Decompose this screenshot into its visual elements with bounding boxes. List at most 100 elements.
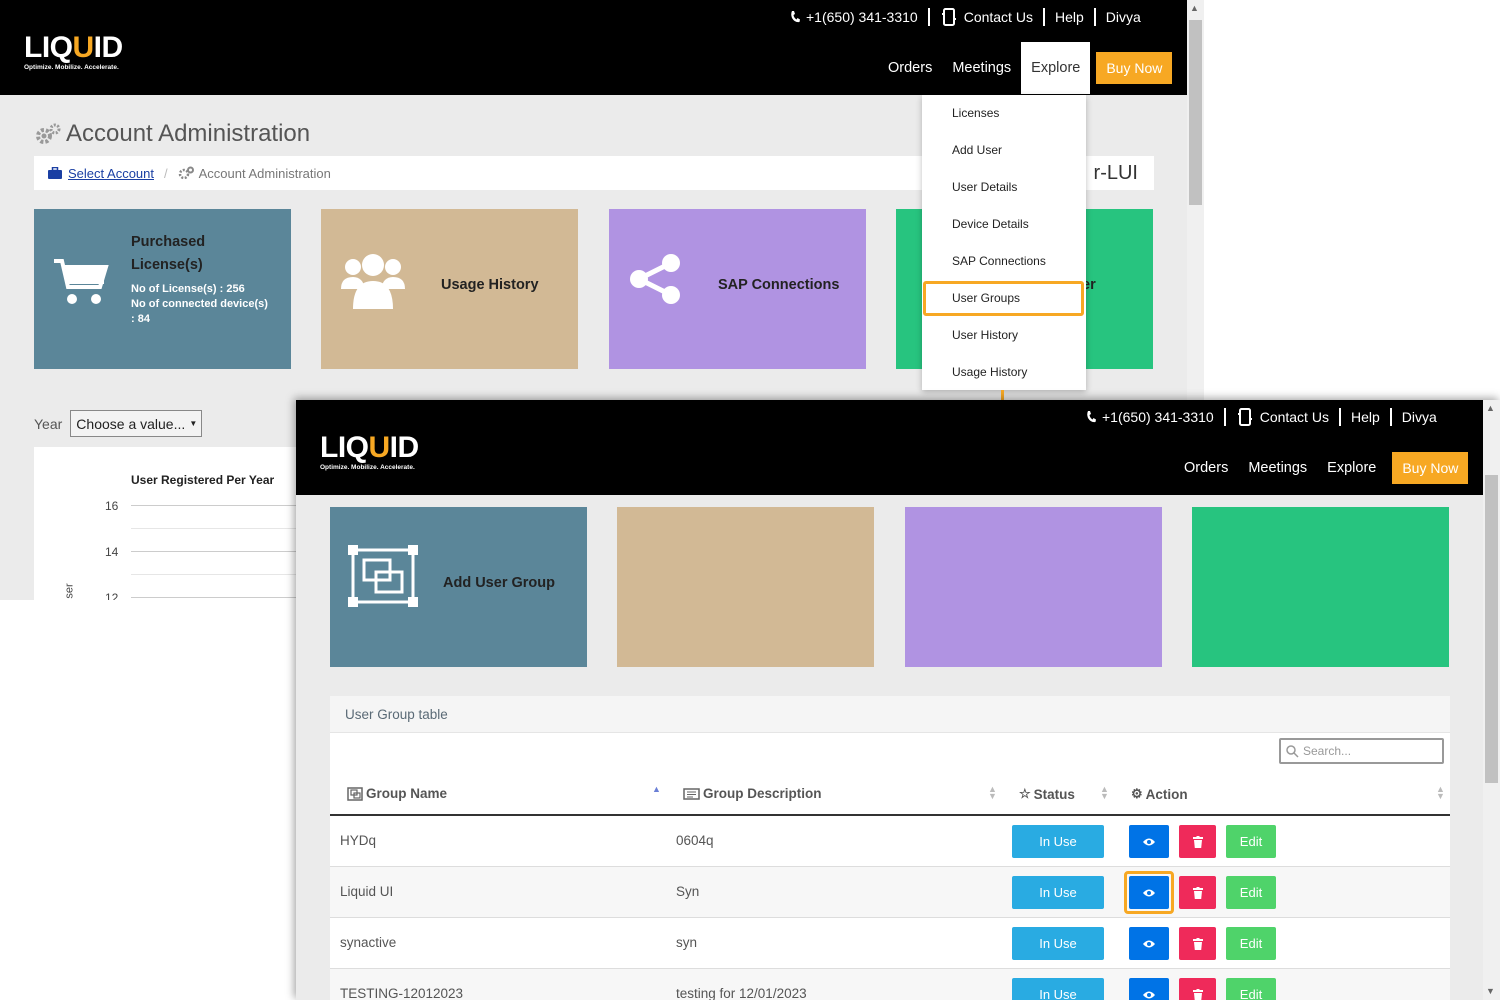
separator [1223, 408, 1226, 426]
sort-asc-icon[interactable]: ▲ [652, 785, 661, 794]
contact-us-link[interactable]: Contact Us [1236, 408, 1329, 426]
scroll-up-icon[interactable]: ▲ [1486, 403, 1495, 413]
scroll-up-icon[interactable]: ▲ [1190, 3, 1199, 13]
phone-link[interactable]: +1(650) 341-3310 [790, 9, 918, 25]
user-menu[interactable]: Divya [1402, 409, 1437, 425]
scroll-down-icon[interactable]: ▼ [1486, 986, 1495, 996]
group-name-cell: TESTING-12012023 [340, 986, 464, 1000]
sort-both-icon[interactable]: ▲ ▼ [988, 785, 997, 801]
nav-orders[interactable]: Orders [1174, 442, 1238, 494]
tile-purchased-licenses[interactable]: Purchased License(s) No of License(s) : … [34, 209, 291, 369]
tile-green[interactable] [1192, 507, 1449, 667]
tile-title-line1: Purchased [131, 234, 206, 250]
user-menu[interactable]: Divya [1106, 9, 1141, 25]
utility-bar: +1(650) 341-3310 Contact Us Help Divya [790, 0, 1141, 34]
sort-both-icon[interactable]: ▲ ▼ [1100, 785, 1109, 801]
edit-button[interactable]: Edit [1226, 876, 1276, 909]
view-button[interactable] [1129, 927, 1169, 960]
separator [927, 8, 930, 26]
group-description-cell: syn [676, 935, 698, 950]
menu-item-licenses[interactable]: Licenses [952, 106, 999, 120]
tile-purple[interactable] [905, 507, 1162, 667]
view-button-highlight [1124, 871, 1174, 914]
y-tick: 16 [105, 499, 119, 513]
menu-item-sap-connections[interactable]: SAP Connections [952, 254, 1046, 268]
tile-tan[interactable] [617, 507, 874, 667]
tile-sap-connections[interactable]: SAP Connections [609, 209, 866, 369]
menu-item-add-user[interactable]: Add User [952, 143, 1002, 157]
status-in-use-button[interactable]: In Use [1012, 825, 1104, 858]
grid-line [131, 505, 296, 506]
y-tick: 14 [105, 545, 119, 559]
edit-button[interactable]: Edit [1226, 927, 1276, 960]
separator [1093, 8, 1096, 26]
user-registered-chart: User Registered Per Year ser 16 14 12 [34, 447, 296, 600]
top-header: LIQUID Optimize. Mobilize. Accelerate. +… [296, 400, 1483, 495]
y-tick: 12 [105, 591, 119, 600]
group-description-cell: Syn [676, 884, 700, 899]
sort-both-icon[interactable]: ▲ ▼ [1436, 785, 1445, 801]
tile-usage-history[interactable]: Usage History [321, 209, 578, 369]
column-header-group-name[interactable]: Group Name [347, 786, 447, 801]
nav-explore[interactable]: Explore [1317, 442, 1386, 494]
delete-button[interactable] [1179, 825, 1216, 858]
page-title: Account Administration [34, 120, 310, 148]
group-description-cell: testing for 12/01/2023 [676, 986, 807, 1000]
column-header-action[interactable]: ⚙ Action [1131, 786, 1188, 802]
year-select[interactable]: Choose a value... ▼ [70, 410, 203, 437]
tile-label: Add User Group [443, 575, 555, 591]
tile-add-user-group[interactable]: Add User Group [330, 507, 587, 667]
table-caption: User Group table [330, 696, 1450, 733]
main-nav: Orders Meetings Explore Buy Now [878, 42, 1173, 94]
edit-button[interactable]: Edit [1226, 978, 1276, 1000]
trash-icon [1192, 988, 1203, 1000]
column-header-status[interactable]: ☆ Status [1019, 786, 1075, 802]
help-link[interactable]: Help [1351, 409, 1380, 425]
buy-now-button[interactable]: Buy Now [1096, 52, 1173, 84]
search-input[interactable]: Search... [1279, 738, 1444, 764]
license-count: No of License(s) : 256 [131, 283, 245, 295]
nav-explore[interactable]: Explore [1021, 42, 1091, 94]
view-button[interactable] [1129, 825, 1169, 858]
column-header-group-description[interactable]: Group Description [683, 786, 822, 801]
menu-item-user-history[interactable]: User History [952, 328, 1018, 342]
table-row: synactive syn In Use Edit [330, 918, 1450, 969]
menu-item-user-details[interactable]: User Details [952, 180, 1017, 194]
foreground-scrollbar[interactable]: ▲ ▼ [1483, 400, 1500, 1000]
select-account-link[interactable]: Select Account [68, 166, 154, 181]
nav-meetings[interactable]: Meetings [1238, 442, 1317, 494]
delete-button[interactable] [1179, 927, 1216, 960]
nav-orders[interactable]: Orders [878, 42, 942, 94]
gears-icon [178, 166, 194, 180]
delete-button[interactable] [1179, 978, 1216, 1000]
delete-button[interactable] [1179, 876, 1216, 909]
liquid-logo[interactable]: LIQUID Optimize. Mobilize. Accelerate. [24, 33, 123, 72]
grid-line [131, 574, 296, 575]
phone-link[interactable]: +1(650) 341-3310 [1086, 409, 1214, 425]
device-count-value: : 84 [131, 313, 150, 325]
nav-meetings[interactable]: Meetings [942, 42, 1021, 94]
liquid-logo[interactable]: LIQUID Optimize. Mobilize. Accelerate. [320, 433, 419, 472]
menu-item-device-details[interactable]: Device Details [952, 217, 1029, 231]
phone-icon [1087, 411, 1096, 423]
top-header: LIQUID Optimize. Mobilize. Accelerate. +… [0, 0, 1187, 95]
status-in-use-button[interactable]: In Use [1012, 978, 1104, 1000]
users-icon [341, 254, 405, 309]
edit-button[interactable]: Edit [1226, 825, 1276, 858]
eye-icon [1143, 940, 1155, 947]
breadcrumb-current: Account Administration [198, 165, 331, 181]
menu-item-usage-history[interactable]: Usage History [952, 365, 1027, 379]
table-row: Liquid UI Syn In Use Edit [330, 867, 1450, 918]
separator [1389, 408, 1392, 426]
share-icon [630, 254, 680, 304]
status-in-use-button[interactable]: In Use [1012, 876, 1104, 909]
help-link[interactable]: Help [1055, 9, 1084, 25]
scrollbar-thumb[interactable] [1189, 20, 1202, 205]
group-name-cell: Liquid UI [340, 884, 394, 899]
scrollbar-thumb[interactable] [1485, 475, 1498, 783]
view-button[interactable] [1129, 978, 1169, 1000]
status-in-use-button[interactable]: In Use [1012, 927, 1104, 960]
contact-us-link[interactable]: Contact Us [940, 8, 1033, 26]
object-group-icon [347, 786, 363, 801]
buy-now-button[interactable]: Buy Now [1392, 452, 1469, 484]
